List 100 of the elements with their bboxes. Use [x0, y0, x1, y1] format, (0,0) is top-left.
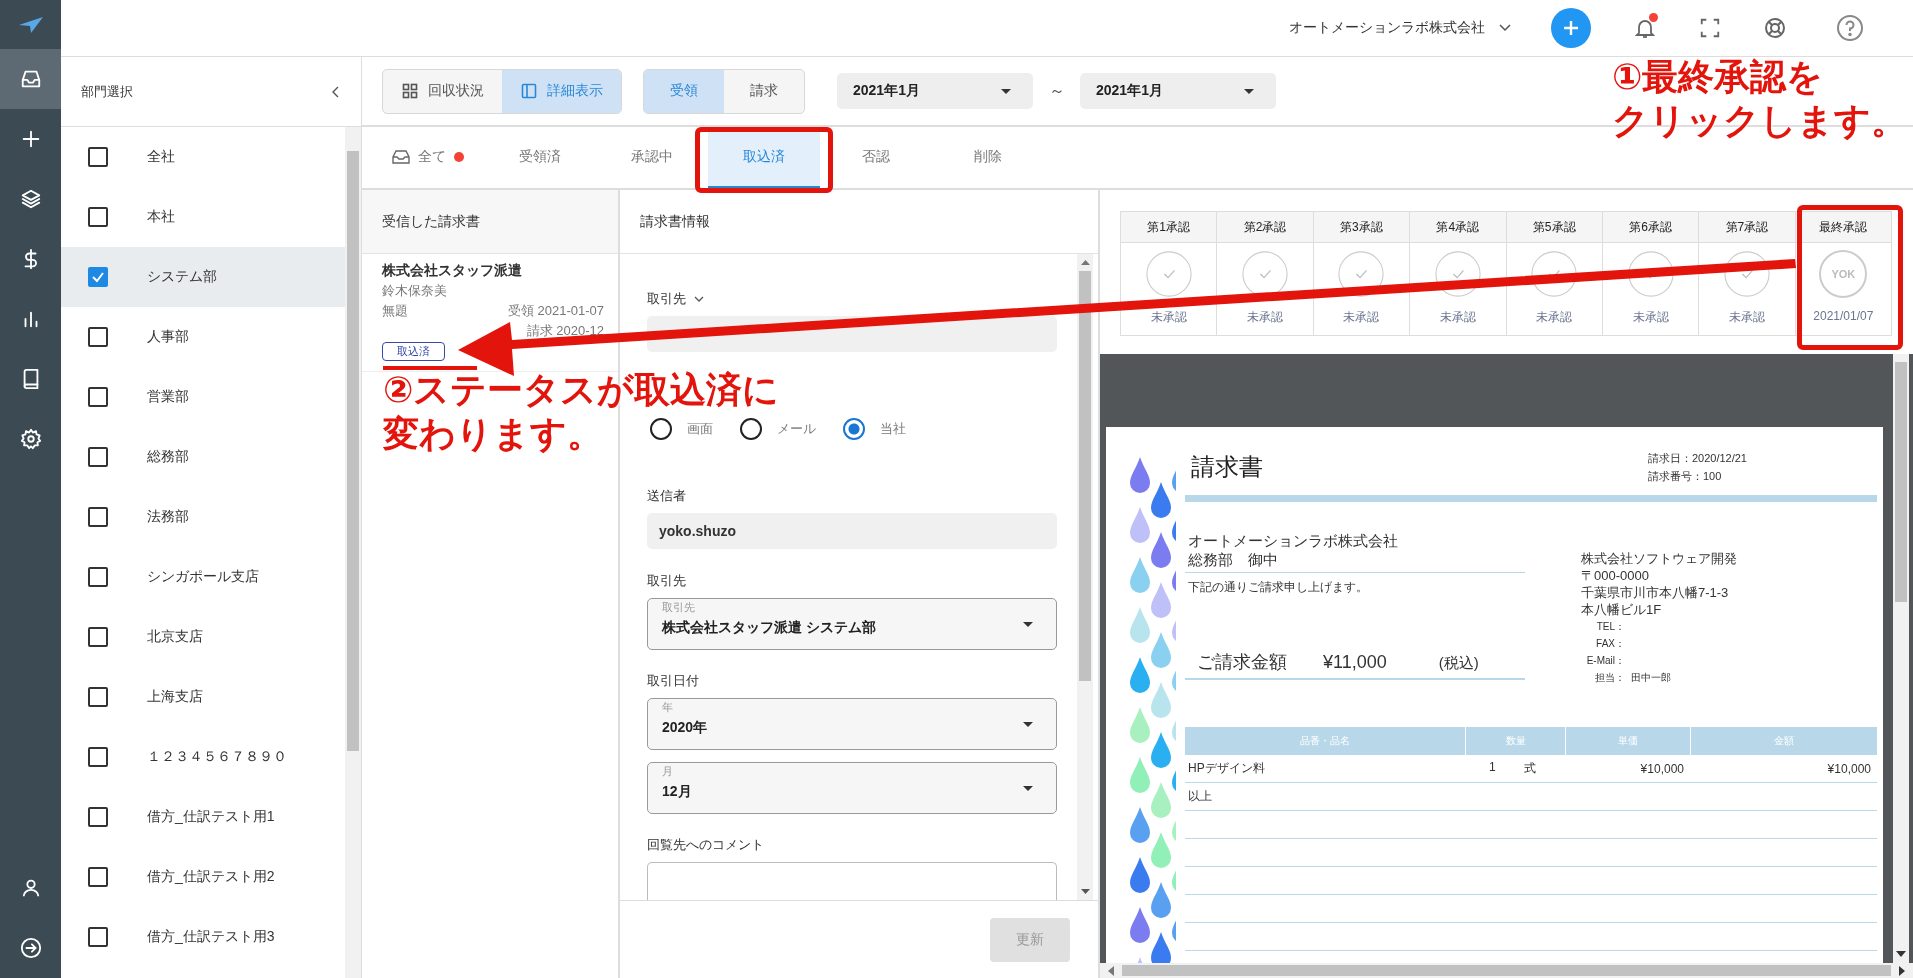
status-tab[interactable]: 全て	[372, 127, 484, 188]
status-tab[interactable]: 削除	[932, 127, 1044, 188]
department-item[interactable]: １２３４５６７８９０	[61, 727, 345, 787]
scrollbar[interactable]	[345, 127, 361, 978]
grid-icon	[401, 83, 418, 99]
dropdown-icon	[1023, 621, 1033, 627]
department-item[interactable]: 借方_仕訳テスト用3	[61, 907, 345, 967]
start-month-select[interactable]: 2021年1月	[837, 73, 1033, 109]
check-circle-icon[interactable]	[1145, 251, 1192, 297]
department-item[interactable]: 人事部	[61, 307, 345, 367]
field-label[interactable]: 取引先	[647, 290, 1057, 308]
checkbox[interactable]	[88, 567, 108, 587]
contact-label: TEL：	[1595, 620, 1625, 634]
column-title: 請求書情報	[640, 212, 710, 231]
checkbox[interactable]	[88, 867, 108, 887]
checkbox[interactable]	[88, 507, 108, 527]
amount-value: ¥11,000	[1323, 652, 1387, 673]
checkbox[interactable]	[88, 267, 108, 287]
column-title: 受信した請求書	[382, 212, 480, 231]
status-tab[interactable]: 否認	[820, 127, 932, 188]
approval-status: 未承認	[1150, 309, 1187, 326]
radio-button[interactable]	[650, 418, 672, 440]
scroll-left-icon[interactable]	[1108, 965, 1114, 976]
scroll-right-icon[interactable]	[1899, 965, 1905, 976]
field-label: 取引日付	[647, 672, 700, 690]
horizontal-scrollbar[interactable]	[1100, 963, 1913, 978]
scroll-down-icon[interactable]	[1896, 951, 1906, 957]
year-select[interactable]: 年 2020年	[647, 698, 1057, 750]
annotation-text: クリックします。	[1612, 99, 1907, 143]
radio-button[interactable]	[740, 418, 762, 440]
department-label: 借方_仕訳テスト用2	[147, 868, 275, 886]
scroll-up-icon[interactable]	[1080, 260, 1090, 265]
department-item[interactable]: 法務部	[61, 487, 345, 547]
department-label: 人事部	[147, 328, 189, 346]
department-item[interactable]: 上海支店	[61, 667, 345, 727]
sender-address-line: 本八幡ビル1F	[1581, 601, 1663, 618]
department-item[interactable]: 営業部	[61, 367, 345, 427]
checkbox[interactable]	[88, 627, 108, 647]
annotation-text: 変わります。	[383, 412, 603, 456]
approval-status: 未承認	[1536, 309, 1573, 326]
partner-select[interactable]: 取引先 株式会社スタッフ派遣 システム部	[647, 598, 1057, 650]
help-icon	[1836, 14, 1864, 42]
radio-button[interactable]	[843, 418, 865, 440]
department-item[interactable]: 全社	[61, 127, 345, 187]
department-label: 本社	[147, 208, 175, 226]
arrow-circle-icon	[19, 937, 42, 959]
department-label: システム部	[147, 268, 217, 286]
approval-status: 未承認	[1632, 309, 1669, 326]
radio-label: 当社	[880, 420, 906, 438]
status-tab[interactable]: 承認中	[596, 127, 708, 188]
amount-label: ご請求金額	[1197, 651, 1287, 674]
direction-toggle[interactable]: 請求	[724, 69, 804, 113]
inbox-nav-button[interactable]	[0, 49, 61, 109]
department-item[interactable]: 北京支店	[61, 607, 345, 667]
department-item[interactable]: 総務部	[61, 427, 345, 487]
department-item[interactable]: 借方_仕訳テスト用1	[61, 787, 345, 847]
checkbox[interactable]	[88, 387, 108, 407]
approval-step-header: 第6承認	[1602, 212, 1699, 243]
checkbox[interactable]	[88, 927, 108, 947]
scrollbar[interactable]	[1077, 254, 1093, 900]
checkbox[interactable]	[88, 327, 108, 347]
table-cell-text: HPデザイン料	[1187, 760, 1266, 777]
sender-address-line: 〒000-0000	[1581, 567, 1650, 584]
recipient-name: オートメーションラボ株式会社	[1187, 532, 1399, 551]
month-select[interactable]: 月 12月	[647, 762, 1057, 814]
checkbox[interactable]	[88, 207, 108, 227]
annotation-text: ①最終承認を	[1612, 55, 1824, 99]
checkbox[interactable]	[88, 147, 108, 167]
inbox-icon	[19, 68, 42, 90]
scrollbar[interactable]	[1893, 354, 1909, 963]
end-month-select[interactable]: 2021年1月	[1080, 73, 1276, 109]
checkbox[interactable]	[88, 747, 108, 767]
view-mode-button[interactable]: 回収状況	[383, 69, 502, 113]
checkbox[interactable]	[88, 447, 108, 467]
sender-address-line: 千葉県市川市本八幡7-1-3	[1581, 584, 1730, 601]
column-header: 数量	[1465, 727, 1565, 755]
checkbox[interactable]	[88, 807, 108, 827]
field-label: 回覧先へのコメント	[647, 836, 765, 854]
department-item[interactable]: シンガポール支店	[61, 547, 345, 607]
caret-down-icon	[1244, 88, 1254, 94]
collapse-icon[interactable]	[331, 85, 339, 98]
status-tab[interactable]: 受領済	[484, 127, 596, 188]
table-cell: ¥10,000	[1640, 761, 1684, 776]
company-switcher[interactable]: オートメーションラボ株式会社	[1289, 19, 1485, 37]
contact-label: FAX：	[1595, 637, 1625, 651]
sender-address-line: 株式会社ソフトウェア開発	[1581, 550, 1737, 567]
layers-icon	[19, 188, 42, 210]
fullscreen-icon	[1699, 17, 1721, 39]
department-item[interactable]: 借方_仕訳テスト用2	[61, 847, 345, 907]
table-cell: 式	[1523, 760, 1536, 777]
chevron-down-icon	[694, 296, 704, 302]
department-label: １２３４５６７８９０	[147, 748, 287, 766]
checkbox[interactable]	[88, 687, 108, 707]
department-item[interactable]: システム部	[61, 247, 345, 307]
department-item[interactable]: 本社	[61, 187, 345, 247]
column-header: 単価	[1565, 727, 1690, 755]
invoice-message: 下記の通りご請求申し上げます。	[1187, 579, 1369, 596]
scroll-down-icon[interactable]	[1080, 889, 1090, 894]
add-button[interactable]	[1551, 8, 1591, 48]
sender-field[interactable]: yoko.shuzo	[647, 513, 1057, 549]
